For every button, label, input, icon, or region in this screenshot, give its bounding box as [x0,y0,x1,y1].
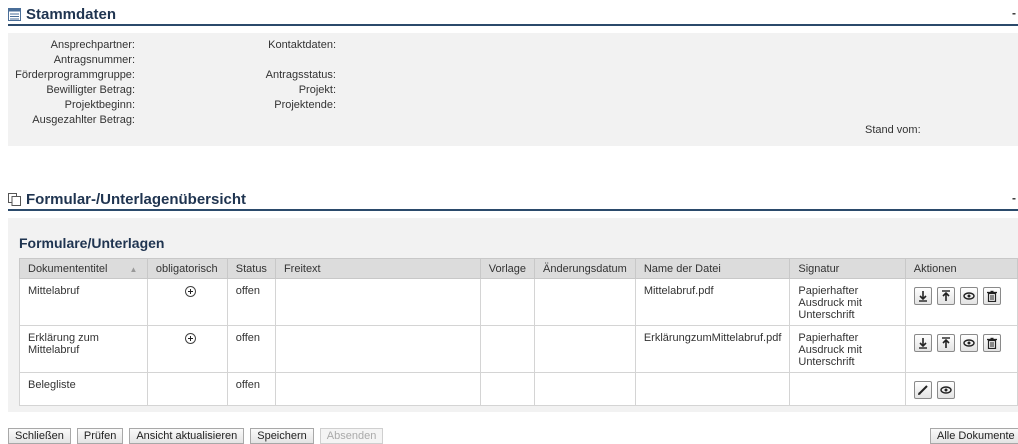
documents-table: Dokumententitel ▲ obligatorisch Status Fr… [19,258,1018,406]
table-row: Erklärung zum Mittelabruf offen Erklärun… [19,325,1018,373]
ansicht-aktualisieren-button[interactable]: Ansicht aktualisieren [129,428,245,444]
cell-freitext[interactable] [274,372,481,406]
stammdaten-panel: Ansprechpartner: Antragsnummer: Förderpr… [8,33,1018,146]
col-header-freitext[interactable]: Freitext [274,258,481,279]
cell-signatur: Papierhafter Ausdruck mit Unterschrift [789,278,906,326]
col-header-aktionen: Aktionen [904,258,1018,279]
cell-titel: Erklärung zum Mittelabruf [19,325,148,373]
label-antragsstatus: Antragsstatus: [265,69,336,81]
cell-obligatorisch [146,325,228,373]
delete-button[interactable] [982,287,1001,305]
formulare-subtitle: Formulare/Unterlagen [19,235,165,251]
col-header-signatur[interactable]: Signatur [789,258,906,279]
cell-signatur [789,372,906,406]
cell-status: offen [226,278,276,326]
download-button[interactable] [913,287,932,305]
cell-obligatorisch [146,372,228,406]
collapse-uebersicht-button[interactable]: - [1012,191,1016,205]
formulare-panel: Formulare/Unterlagen Dokumententitel ▲ ob… [8,218,1018,412]
view-icon [940,386,952,394]
label-ansprechpartner: Ansprechpartner: [50,39,135,51]
label-projektende: Projektende: [274,99,336,111]
pruefen-button[interactable]: Prüfen [76,428,124,444]
view-icon [963,292,975,300]
cell-aktionen [904,325,1018,373]
schliessen-button[interactable]: Schließen [8,428,71,444]
cell-vorlage [479,325,536,373]
view-icon [963,339,975,347]
col-header-aenderungsdatum[interactable]: Änderungsdatum [534,258,636,279]
speichern-button[interactable]: Speichern [250,428,314,444]
table-icon [8,7,21,21]
label-projekt: Projekt: [298,84,336,96]
cell-signatur: Papierhafter Ausdruck mit Unterschrift [789,325,906,373]
cell-aenderungsdatum [534,372,636,406]
cell-aktionen [904,278,1018,326]
absenden-button[interactable]: Absenden [319,428,384,444]
download-icon [918,338,927,349]
copy-icon [8,192,21,206]
cell-obligatorisch [146,278,228,326]
col-header-vorlage[interactable]: Vorlage [479,258,536,279]
cell-freitext[interactable] [274,278,481,326]
plus-icon [184,333,196,344]
cell-vorlage [479,278,536,326]
edit-button[interactable] [913,381,932,399]
cell-titel: Mittelabruf [19,278,148,326]
cell-freitext[interactable] [274,325,481,373]
col-header-status[interactable]: Status [226,258,276,279]
table-header-row: Dokumententitel ▲ obligatorisch Status Fr… [19,258,1018,279]
label-ausgezahlter-betrag: Ausgezahlter Betrag: [32,114,135,126]
stammdaten-title: Stammdaten [26,5,117,23]
cell-status: offen [226,372,276,406]
uebersicht-title: Formular-/Unterlagenübersicht [26,190,247,208]
cell-datei[interactable]: Mittelabruf.pdf [634,278,791,326]
cell-aktionen [904,372,1018,406]
delete-icon [986,290,997,302]
col-header-name-der-datei[interactable]: Name der Datei [634,258,791,279]
cell-datei[interactable]: ErklärungzumMittelabruf.pdf [634,325,791,373]
upload-icon [941,290,950,301]
sort-asc-icon[interactable]: ▲ [130,265,138,274]
alle-dokumente-loeschen-button[interactable]: Alle Dokumente löschen [930,428,1018,444]
view-button[interactable] [959,287,978,305]
label-projektbeginn: Projektbeginn: [64,99,135,111]
bottom-toolbar: Schließen Prüfen Ansicht aktualisieren S… [8,428,384,444]
upload-button[interactable] [936,334,955,352]
download-button[interactable] [913,334,932,352]
upload-icon [941,337,950,348]
view-button[interactable] [959,334,978,352]
cell-vorlage [479,372,536,406]
uebersicht-header: Formular-/Unterlagenübersicht - [8,189,1018,211]
delete-icon [986,337,997,349]
plus-icon [184,286,196,297]
cell-status: offen [226,325,276,373]
label-stand-vom: Stand vom: [865,124,921,136]
cell-titel: Belegliste [19,372,148,406]
cell-datei[interactable] [634,372,791,406]
download-icon [918,291,927,302]
delete-button[interactable] [982,334,1001,352]
upload-button[interactable] [936,287,955,305]
label-antragsnummer: Antragsnummer: [53,54,135,66]
cell-aenderungsdatum [534,278,636,326]
label-kontaktdaten: Kontaktdaten: [268,39,336,51]
cell-aenderungsdatum [534,325,636,373]
view-button[interactable] [936,381,955,399]
collapse-stammdaten-button[interactable]: - [1012,6,1016,20]
table-row: Belegliste offen [19,372,1018,406]
col-header-dokumententitel[interactable]: Dokumententitel ▲ [19,258,148,279]
stammdaten-header: Stammdaten - [8,4,1018,26]
label-bewilligter-betrag: Bewilligter Betrag: [46,84,135,96]
table-row: Mittelabruf offen Mittelabruf.pdf Papier… [19,278,1018,326]
col-header-obligatorisch[interactable]: obligatorisch [146,258,228,279]
label-foerderprogrammgruppe: Förderprogrammgruppe: [15,69,135,81]
edit-icon [917,385,928,395]
